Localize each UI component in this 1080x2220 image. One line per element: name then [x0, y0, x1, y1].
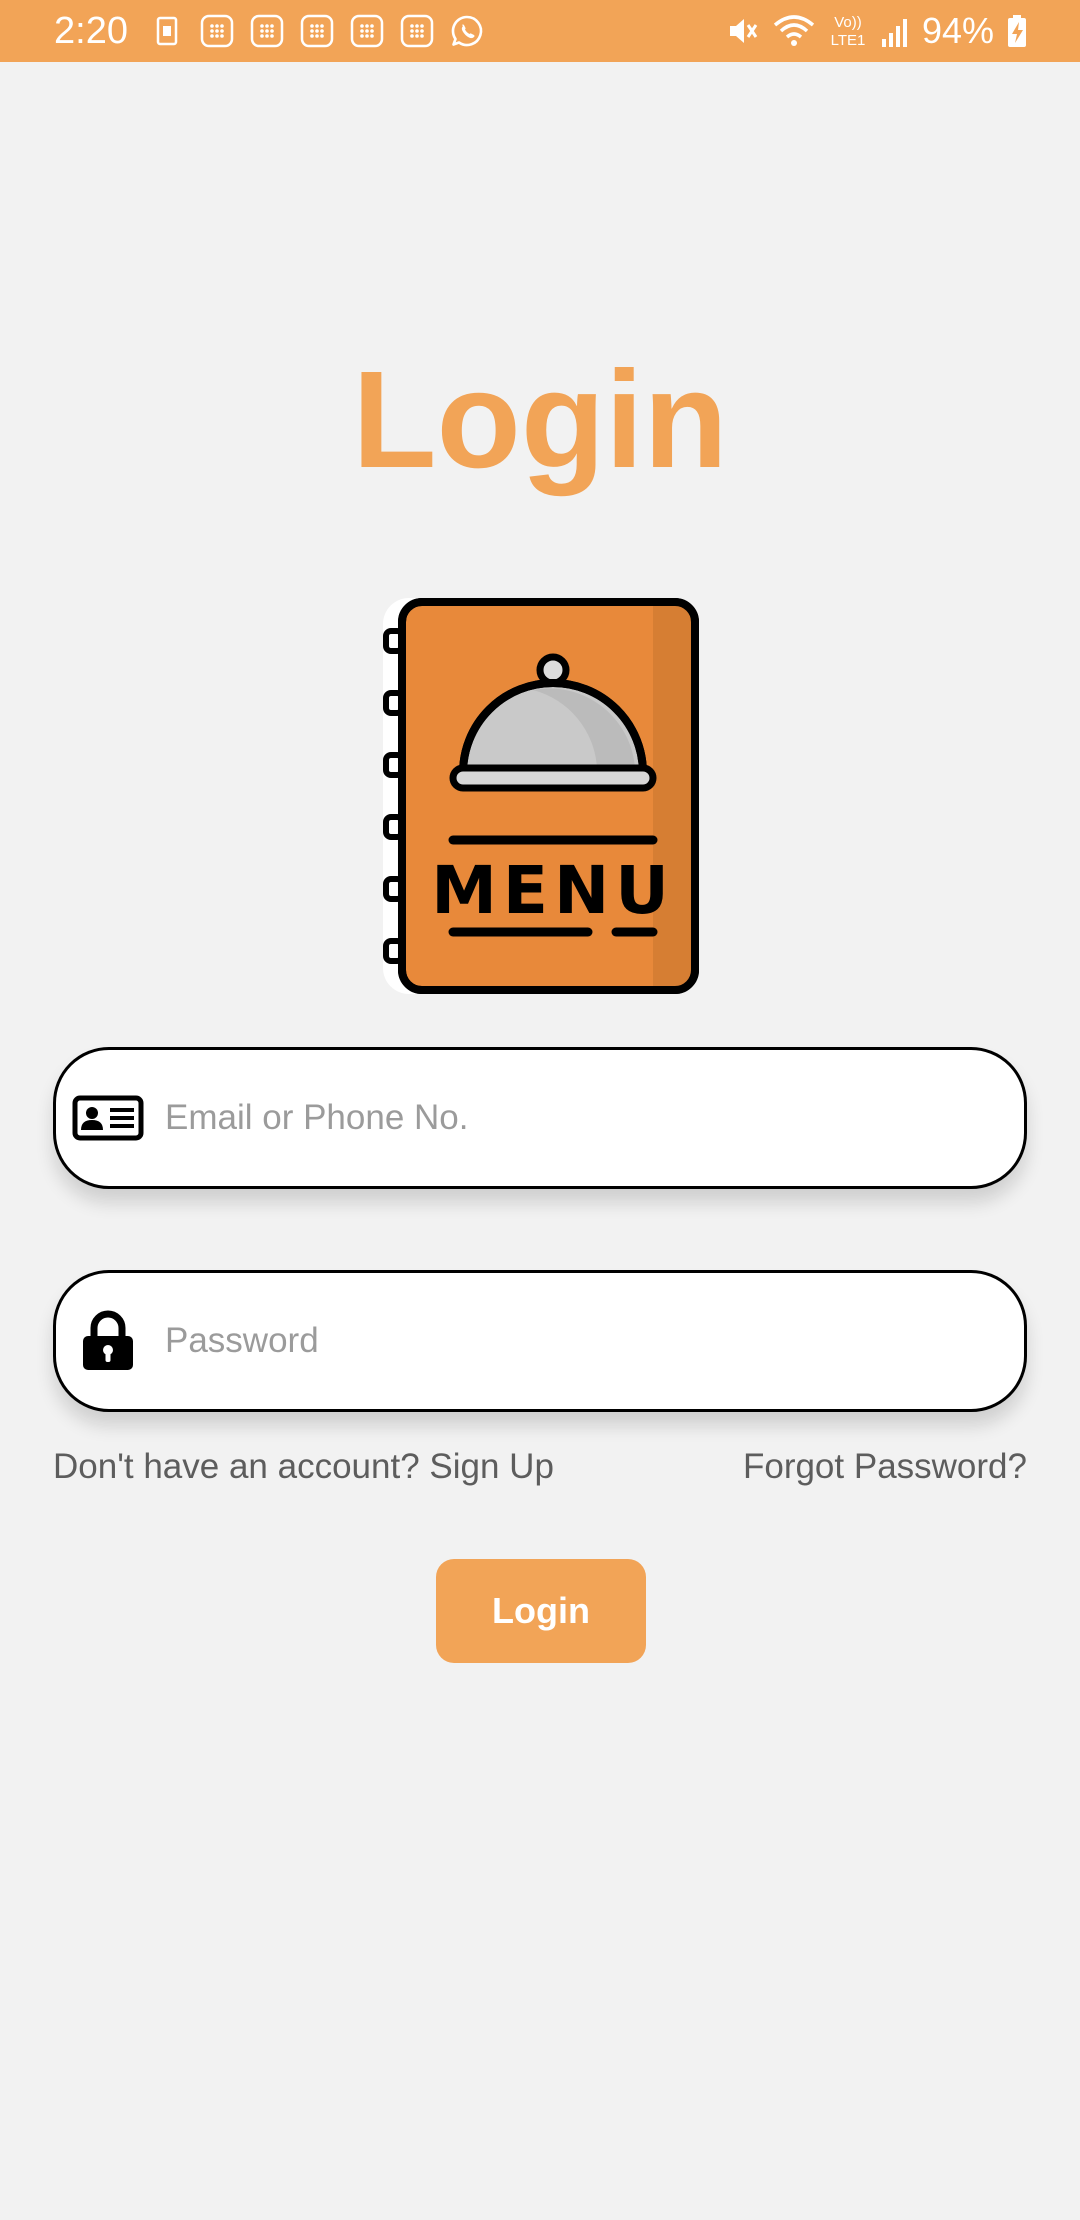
wifi-icon [773, 15, 815, 46]
menu-book-icon: MENU [383, 598, 699, 994]
whatsapp-icon [451, 15, 483, 47]
lock-icon [70, 1303, 146, 1379]
notification-icon [250, 14, 284, 48]
notification-icon [300, 14, 334, 48]
menu-logo-text: MENU [431, 852, 675, 929]
volte-icon: Vo)) LTE1 [831, 14, 866, 49]
system-icons: Vo)) LTE1 94% [726, 10, 1028, 52]
battery-charging-icon [1008, 15, 1026, 47]
signup-link[interactable]: Don't have an account? Sign Up [53, 1445, 554, 1489]
status-time: 2:20 [54, 10, 128, 52]
login-button[interactable]: Login [436, 1559, 646, 1663]
page-title: Login [352, 343, 728, 497]
email-field[interactable] [53, 1047, 1027, 1189]
signal-icon [881, 19, 907, 47]
forgot-password-link[interactable]: Forgot Password? [743, 1445, 1027, 1489]
notification-icon [400, 14, 434, 48]
volte-top-text: Vo)) [834, 14, 862, 31]
mute-icon [729, 19, 758, 43]
password-field[interactable] [53, 1270, 1027, 1412]
password-input[interactable] [165, 1273, 994, 1409]
email-input[interactable] [165, 1050, 994, 1186]
id-card-icon [70, 1080, 146, 1156]
notification-icon [200, 14, 234, 48]
volte-bottom-text: LTE1 [831, 32, 866, 49]
status-bar: 2:20 Vo)) LTE1 94% [0, 0, 1080, 62]
sim-card-icon [156, 16, 178, 46]
notification-icons [150, 14, 484, 48]
battery-percent: 94% [921, 10, 994, 51]
notification-icon [350, 14, 384, 48]
